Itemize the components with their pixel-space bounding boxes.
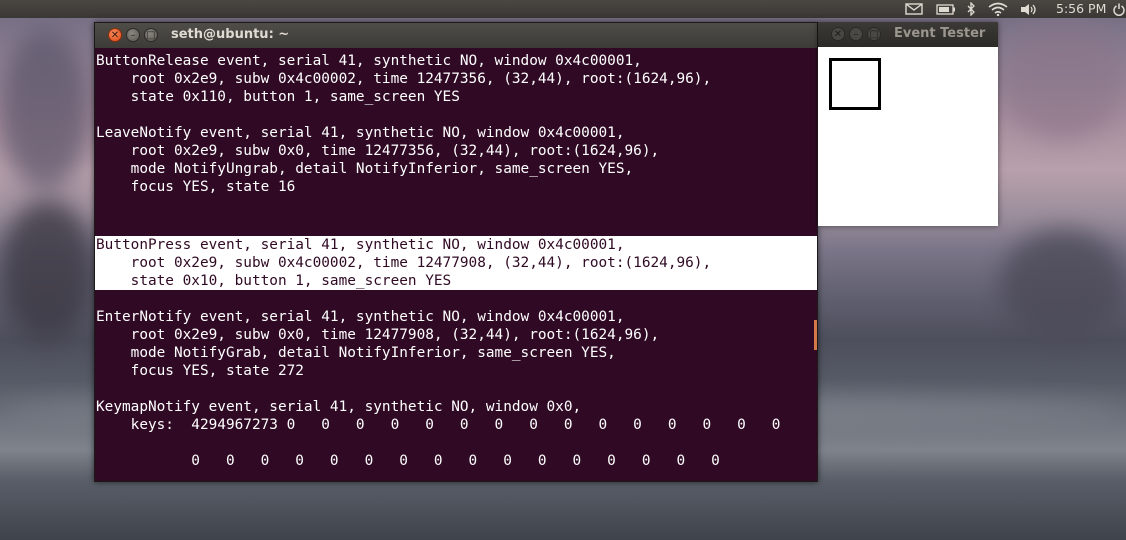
event-tester-window[interactable]: ✕ – □ Event Tester	[818, 22, 998, 226]
close-button[interactable]: ✕	[108, 28, 122, 42]
maximize-button[interactable]: □	[144, 28, 158, 42]
bluetooth-icon[interactable]	[962, 0, 980, 18]
window-title: seth@ubuntu: ~	[171, 27, 290, 42]
volume-icon[interactable]	[1018, 0, 1040, 18]
minimize-button[interactable]: –	[126, 28, 140, 42]
power-gear-icon[interactable]	[1112, 0, 1126, 18]
window-title: Event Tester	[894, 26, 986, 41]
maximize-button[interactable]: □	[867, 27, 881, 41]
minimize-button[interactable]: –	[849, 27, 863, 41]
scrollbar-thumb[interactable]	[814, 320, 817, 350]
selected-text: ButtonPress event, serial 41, synthetic …	[96, 237, 712, 289]
selected-text-block[interactable]: ButtonPress event, serial 41, synthetic …	[95, 236, 817, 290]
top-panel: 5:56 PM	[0, 0, 1126, 18]
wallpaper-cloud	[1000, 230, 1126, 340]
close-button[interactable]: ✕	[831, 27, 845, 41]
terminal-output[interactable]: ButtonRelease event, serial 41, syntheti…	[95, 48, 817, 481]
wallpaper-cloud	[0, 30, 90, 190]
terminal-text-before: ButtonRelease event, serial 41, syntheti…	[96, 53, 712, 195]
event-tester-titlebar[interactable]: ✕ – □ Event Tester	[818, 22, 998, 47]
battery-icon[interactable]	[934, 0, 958, 18]
terminal-titlebar[interactable]: ✕ – □ seth@ubuntu: ~	[95, 23, 817, 48]
mail-icon[interactable]	[903, 0, 925, 18]
test-square[interactable]	[829, 58, 881, 110]
clock[interactable]: 5:56 PM	[1056, 1, 1106, 16]
event-tester-canvas[interactable]	[818, 47, 998, 226]
wifi-icon[interactable]	[986, 0, 1010, 18]
terminal-text-after: EnterNotify event, serial 41, synthetic …	[96, 309, 781, 469]
terminal-window[interactable]: ✕ – □ seth@ubuntu: ~ ButtonRelease event…	[94, 22, 818, 482]
wallpaper-cloud	[1000, 20, 1126, 140]
wallpaper-cloud	[0, 200, 95, 340]
